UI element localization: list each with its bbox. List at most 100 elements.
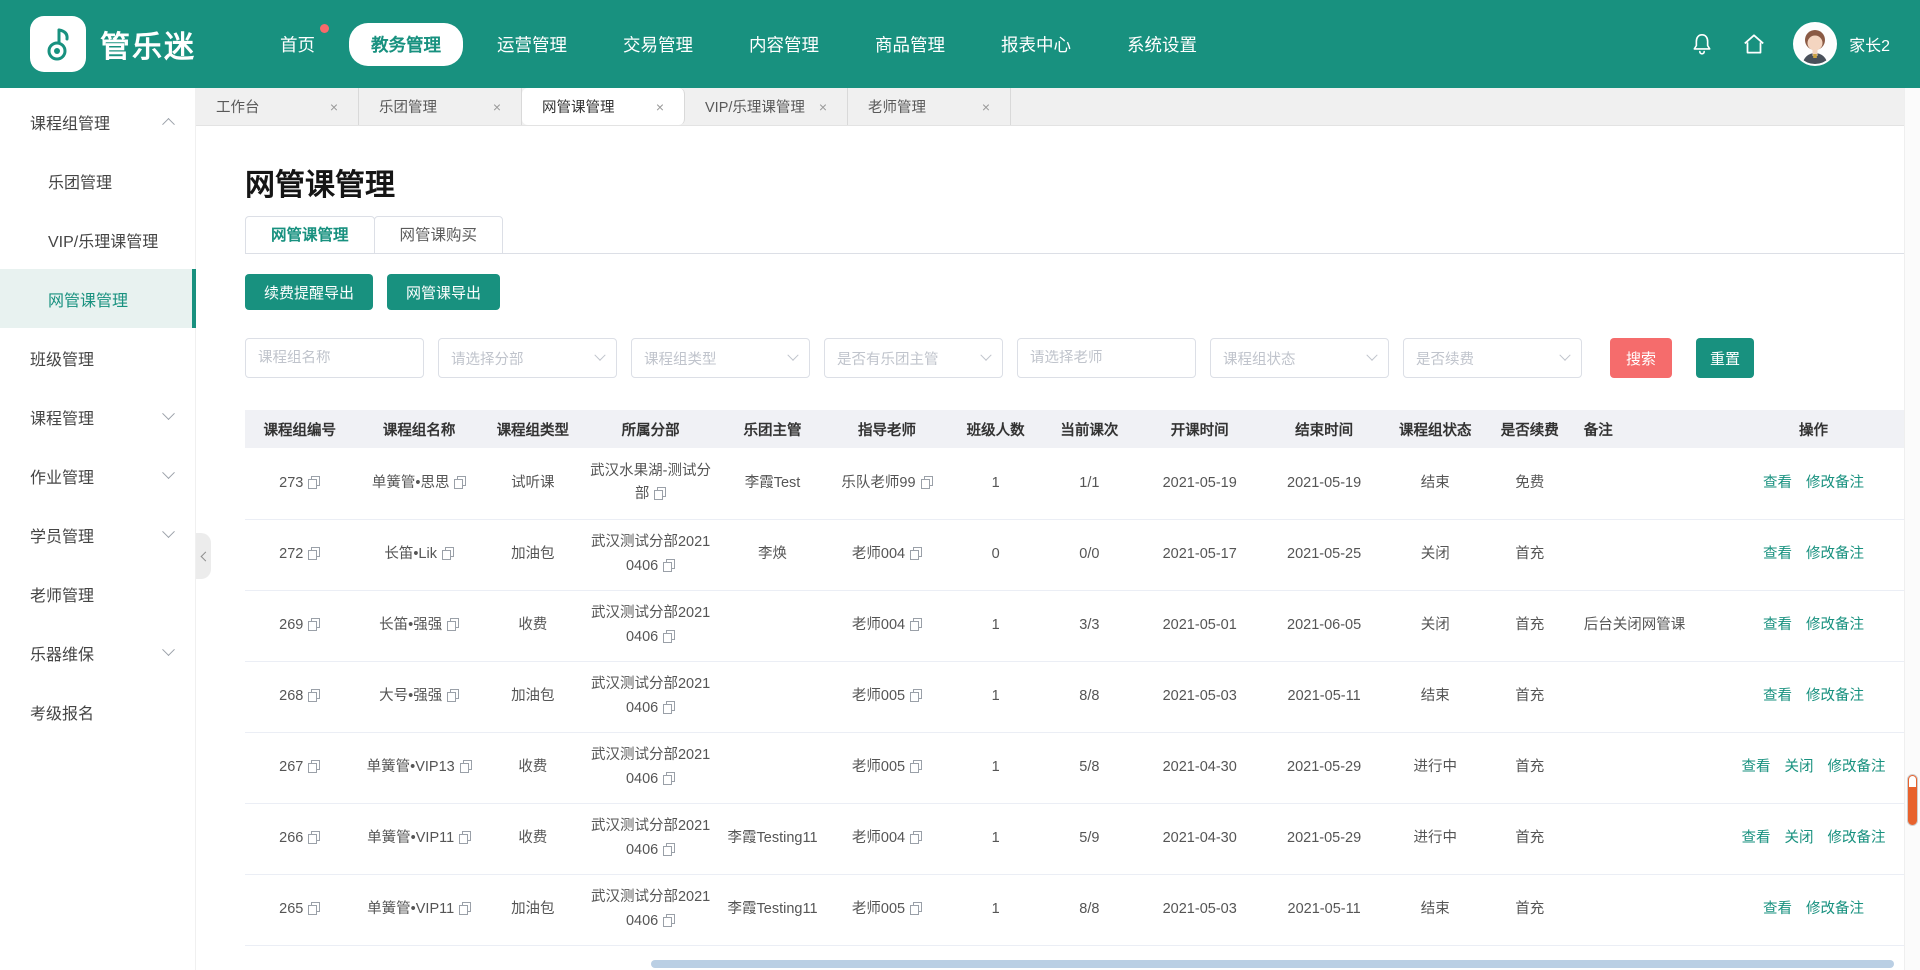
search-button[interactable]: 搜索 <box>1610 338 1672 378</box>
session-tab[interactable]: 乐团管理× <box>359 88 522 125</box>
sidebar-item[interactable]: VIP/乐理课管理 <box>0 210 195 269</box>
action-view[interactable]: 查看 <box>1742 830 1771 846</box>
cell-branch: 武汉测试分部20210406 <box>582 519 720 590</box>
horizontal-scrollbar-thumb[interactable] <box>651 960 1894 968</box>
filter-select[interactable]: 请选择分部 <box>438 338 617 378</box>
filter-select[interactable]: 是否续费 <box>1403 338 1582 378</box>
user-name[interactable]: 家长2 <box>1849 32 1890 56</box>
action-edit-remark[interactable]: 修改备注 <box>1806 901 1864 917</box>
reset-button[interactable]: 重置 <box>1696 338 1754 378</box>
action-view[interactable]: 查看 <box>1763 617 1792 633</box>
sidebar-item[interactable]: 学员管理 <box>0 505 195 564</box>
filter-select[interactable]: 是否有乐团主管 <box>824 338 1003 378</box>
copy-icon[interactable] <box>459 831 471 844</box>
copy-icon[interactable] <box>308 902 320 915</box>
action-close[interactable]: 关闭 <box>1785 759 1814 775</box>
action-view[interactable]: 查看 <box>1763 546 1792 562</box>
copy-icon[interactable] <box>308 831 320 844</box>
cell-remark <box>1574 732 1723 803</box>
cell-supervisor <box>719 590 825 661</box>
action-edit-remark[interactable]: 修改备注 <box>1828 759 1886 775</box>
copy-icon[interactable] <box>308 476 320 489</box>
copy-icon[interactable] <box>308 760 320 773</box>
nav-item-operation[interactable]: 运营管理 <box>475 23 589 66</box>
close-icon[interactable]: × <box>982 99 990 115</box>
vertical-scrollbar[interactable] <box>1904 88 1920 970</box>
sidebar-item[interactable]: 老师管理 <box>0 564 195 623</box>
copy-icon[interactable] <box>910 689 922 702</box>
nav-item-report[interactable]: 报表中心 <box>979 23 1093 66</box>
vertical-scrollbar-thumb[interactable] <box>1907 774 1918 826</box>
action-view[interactable]: 查看 <box>1763 688 1792 704</box>
action-view[interactable]: 查看 <box>1763 901 1792 917</box>
user-avatar[interactable] <box>1793 22 1837 66</box>
filter-input[interactable] <box>1017 338 1196 378</box>
copy-icon[interactable] <box>447 618 459 631</box>
copy-icon[interactable] <box>308 547 320 560</box>
copy-icon[interactable] <box>910 618 922 631</box>
sidebar-item[interactable]: 班级管理 <box>0 328 195 387</box>
close-icon[interactable]: × <box>656 99 664 115</box>
action-edit-remark[interactable]: 修改备注 <box>1806 617 1864 633</box>
copy-icon[interactable] <box>447 689 459 702</box>
copy-icon[interactable] <box>663 843 675 856</box>
action-close[interactable]: 关闭 <box>1785 830 1814 846</box>
sidebar-item[interactable]: 网管课管理 <box>0 269 195 328</box>
nav-item-content[interactable]: 内容管理 <box>727 23 841 66</box>
copy-icon[interactable] <box>910 760 922 773</box>
copy-icon[interactable] <box>921 476 933 489</box>
bell-icon[interactable] <box>1689 31 1715 57</box>
nav-item-edu[interactable]: 教务管理 <box>349 23 463 66</box>
copy-icon[interactable] <box>663 772 675 785</box>
session-tab[interactable]: VIP/乐理课管理× <box>685 88 848 125</box>
sidebar-item[interactable]: 乐团管理 <box>0 151 195 210</box>
content-tab[interactable]: 网管课管理 <box>245 216 375 254</box>
action-view[interactable]: 查看 <box>1742 759 1771 775</box>
close-icon[interactable]: × <box>819 99 827 115</box>
copy-icon[interactable] <box>454 476 466 489</box>
copy-icon[interactable] <box>460 760 472 773</box>
home-icon[interactable] <box>1741 31 1767 57</box>
export-button[interactable]: 续费提醒导出 <box>245 274 373 310</box>
nav-item-goods[interactable]: 商品管理 <box>853 23 967 66</box>
sidebar-collapse-handle[interactable] <box>196 533 211 579</box>
copy-icon[interactable] <box>459 902 471 915</box>
sidebar-item[interactable]: 课程组管理 <box>0 92 195 151</box>
filter-select[interactable]: 课程组类型 <box>631 338 810 378</box>
action-edit-remark[interactable]: 修改备注 <box>1806 546 1864 562</box>
copy-icon[interactable] <box>654 487 666 500</box>
copy-icon[interactable] <box>308 618 320 631</box>
copy-icon[interactable] <box>663 914 675 927</box>
filter-text-input[interactable] <box>1030 350 1183 366</box>
close-icon[interactable]: × <box>493 99 501 115</box>
copy-icon[interactable] <box>910 547 922 560</box>
nav-item-home[interactable]: 首页 <box>258 23 337 66</box>
sidebar-item[interactable]: 考级报名 <box>0 682 195 741</box>
sidebar-item[interactable]: 乐器维保 <box>0 623 195 682</box>
filter-input[interactable] <box>245 338 424 378</box>
copy-icon[interactable] <box>663 701 675 714</box>
session-tab[interactable]: 老师管理× <box>848 88 1011 125</box>
action-edit-remark[interactable]: 修改备注 <box>1806 475 1864 491</box>
close-icon[interactable]: × <box>330 99 338 115</box>
copy-icon[interactable] <box>663 630 675 643</box>
sidebar-item[interactable]: 作业管理 <box>0 446 195 505</box>
export-button[interactable]: 网管课导出 <box>387 274 500 310</box>
session-tab[interactable]: 网管课管理× <box>522 88 685 125</box>
brand-logo-icon[interactable] <box>30 16 86 72</box>
filter-text-input[interactable] <box>258 350 411 366</box>
copy-icon[interactable] <box>663 559 675 572</box>
nav-item-system[interactable]: 系统设置 <box>1105 23 1219 66</box>
sidebar-item[interactable]: 课程管理 <box>0 387 195 446</box>
content-tab[interactable]: 网管课购买 <box>374 216 504 254</box>
action-edit-remark[interactable]: 修改备注 <box>1828 830 1886 846</box>
action-edit-remark[interactable]: 修改备注 <box>1806 688 1864 704</box>
action-view[interactable]: 查看 <box>1763 475 1792 491</box>
session-tab[interactable]: 工作台× <box>196 88 359 125</box>
filter-select[interactable]: 课程组状态 <box>1210 338 1389 378</box>
copy-icon[interactable] <box>308 689 320 702</box>
copy-icon[interactable] <box>442 547 454 560</box>
copy-icon[interactable] <box>910 902 922 915</box>
copy-icon[interactable] <box>910 831 922 844</box>
nav-item-trade[interactable]: 交易管理 <box>601 23 715 66</box>
